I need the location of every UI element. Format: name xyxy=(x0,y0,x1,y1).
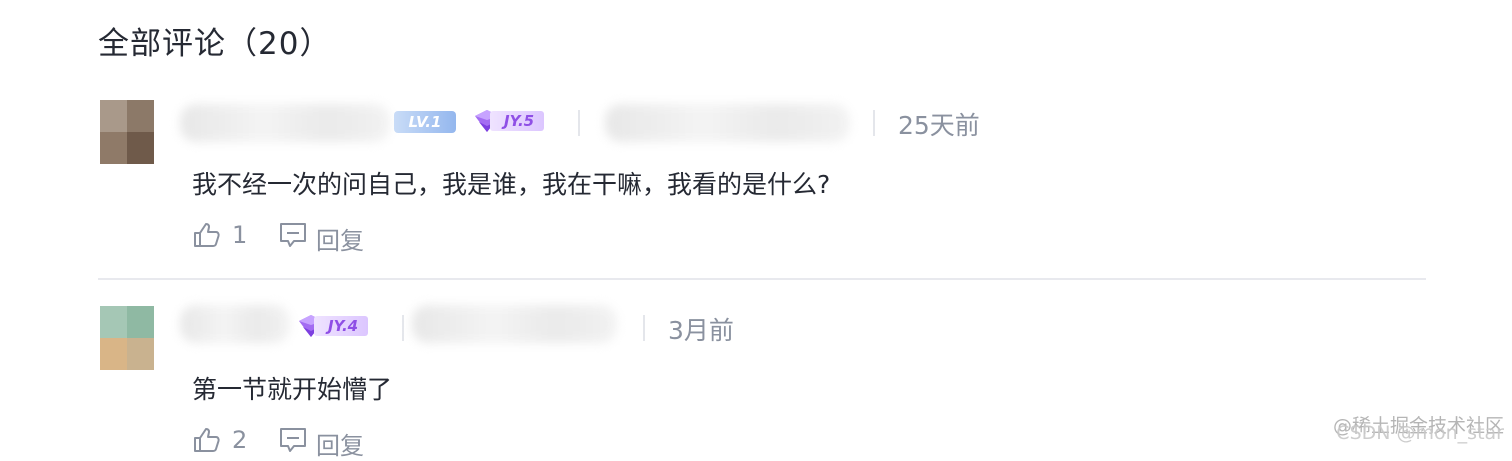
comment-time: 3月前 xyxy=(668,316,734,345)
comment-divider xyxy=(98,278,1426,280)
username-blurred[interactable] xyxy=(180,104,390,142)
like-icon xyxy=(194,223,220,247)
watermark: @稀土掘金技术社区 CSDN @mon_star xyxy=(1333,416,1504,444)
comment-icon xyxy=(280,223,306,247)
comment-content: 我不经一次的问自己，我是谁，我在干嘛，我看的是什么? xyxy=(192,170,831,199)
reply-button[interactable]: 回复 xyxy=(278,425,368,460)
comment-content: 第一节就开始懵了 xyxy=(192,375,393,404)
like-count: 2 xyxy=(232,426,248,454)
reply-button[interactable]: 回复 xyxy=(278,220,368,255)
like-button[interactable]: 1 xyxy=(192,220,252,254)
avatar[interactable] xyxy=(100,306,154,370)
jy-badge-label: JY.5 xyxy=(490,111,545,131)
user-title-blurred xyxy=(605,104,850,142)
like-icon xyxy=(194,428,220,452)
jy-badge-label: JY.4 xyxy=(314,316,369,336)
user-title-blurred xyxy=(412,305,617,343)
comment-icon xyxy=(280,428,306,452)
username-blurred[interactable] xyxy=(180,305,290,343)
comment-time: 25天前 xyxy=(898,111,980,140)
comments-title: 全部评论（20） xyxy=(98,26,332,62)
like-count: 1 xyxy=(232,221,248,249)
watermark-line-2: CSDN @mon_star xyxy=(1336,422,1504,444)
like-button[interactable]: 2 xyxy=(192,425,252,459)
reply-label: 回复 xyxy=(316,227,364,255)
level-badge: LV.1 xyxy=(394,111,456,133)
avatar[interactable] xyxy=(100,100,154,164)
